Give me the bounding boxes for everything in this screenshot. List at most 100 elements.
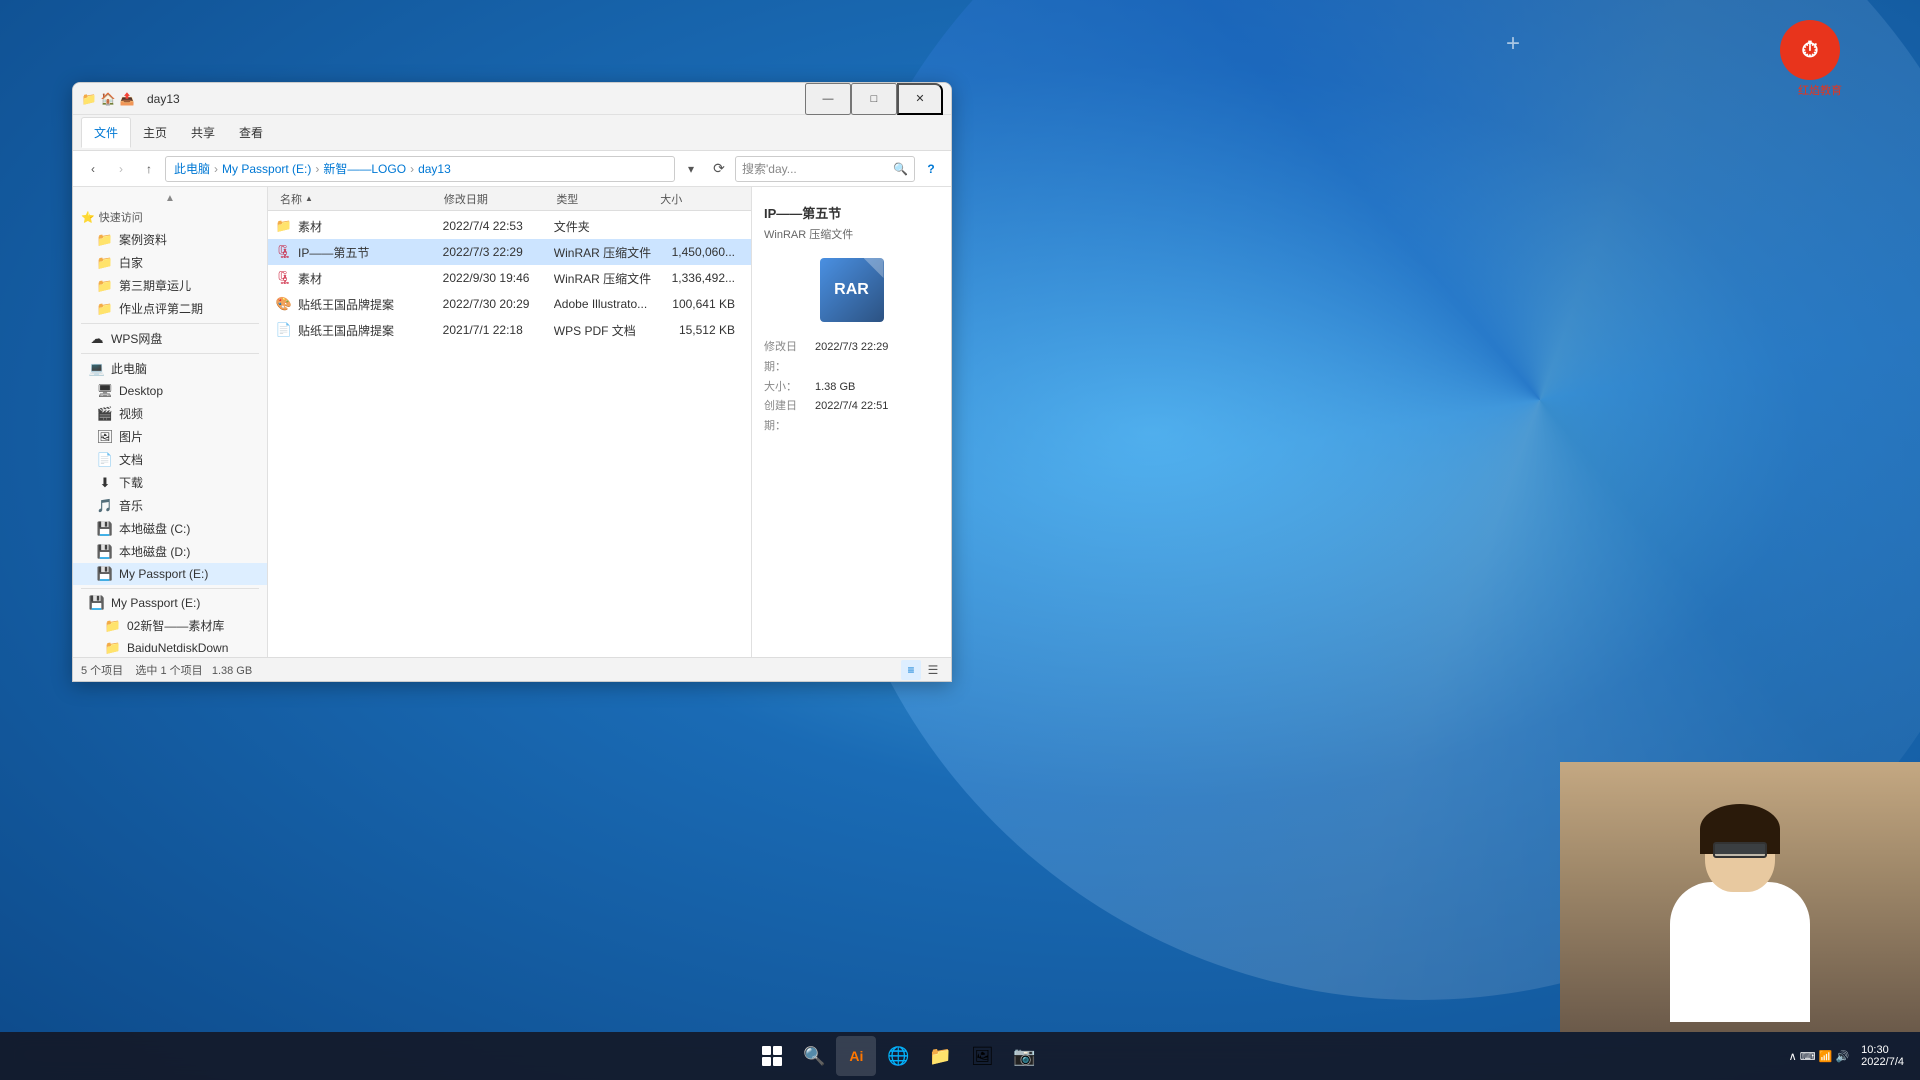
sidebar-item-02[interactable]: 📁 02新智——素材库 [73,614,267,637]
search-button[interactable]: 🔍 [794,1036,834,1076]
sidebar-item-homework[interactable]: 📁 作业点评第二期 [73,297,267,320]
minimize-button[interactable]: — [805,83,851,115]
file-explorer-button[interactable]: 📁 [920,1036,960,1076]
file-folder-icon: 📁 [276,218,292,234]
title-bar-icons: 📁 🏠 📤 [81,91,135,107]
edge-button[interactable]: 🌐 [878,1036,918,1076]
drive-e2-icon: 💾 [89,595,105,611]
drive-c-icon: 💾 [97,521,113,537]
windows-logo [762,1046,782,1066]
breadcrumb-this-pc[interactable]: 此电脑 [174,160,210,177]
clock: 10:302022/7/4 [1861,1044,1904,1068]
col-size-header[interactable]: 大小 [656,191,743,207]
drive-d-icon: 💾 [97,544,113,560]
sidebar-item-downloads[interactable]: ⬇ 下载 [73,471,267,494]
sidebar-item-drive-d[interactable]: 💾 本地磁盘 (D:) [73,540,267,563]
main-area: ▲ ⭐ 快速访问 📁 案例资料 📁 白家 📁 第三期章运儿 📁 作业点评第二期 [73,187,951,657]
col-date-header[interactable]: 修改日期 [440,191,552,207]
folder-icon: 📁 [97,278,113,294]
taskbar-right: ∧ ⌨ 📶 🔊 10:302022/7/4 [1789,1044,1912,1068]
breadcrumb-logo[interactable]: 新智——LOGO [323,160,406,177]
file-pdf-icon: 📄 [276,322,292,338]
brand-text: 红焰教育 [1780,82,1860,98]
preview-icon-area: RAR [764,258,939,322]
address-bar: ‹ › ↑ 此电脑 › My Passport (E:) › 新智——LOGO … [73,151,951,187]
title-home-icon: 🏠 [100,91,116,107]
title-share-icon: 📤 [119,91,135,107]
tab-file[interactable]: 文件 [81,117,131,148]
tab-share[interactable]: 共享 [179,118,227,147]
tab-view[interactable]: 查看 [227,118,275,147]
drive-e-icon: 💾 [97,566,113,582]
sidebar-item-pictures[interactable]: 🖼 图片 [73,425,267,448]
person-body [1670,882,1810,1022]
tab-home[interactable]: 主页 [131,118,179,147]
sort-arrow: ▲ [305,194,313,203]
file-row-ip5[interactable]: 🗜 IP——第五节 2022/7/3 22:29 WinRAR 压缩文件 1,4… [268,239,751,265]
sidebar-item-docs[interactable]: 📄 文档 [73,448,267,471]
up-button[interactable]: ↑ [137,157,161,181]
sidebar-item-music[interactable]: 🎵 音乐 [73,494,267,517]
breadcrumb-day13[interactable]: day13 [418,162,451,176]
breadcrumb-passport[interactable]: My Passport (E:) [222,162,311,176]
breadcrumb-sep-2: › [315,162,319,176]
brand-logo: ⏱ 红焰教育 [1780,20,1860,100]
download-icon: ⬇ [97,475,113,491]
file-row-sticker-ai[interactable]: 🎨 贴纸王国品牌提案 2022/7/30 20:29 Adobe Illustr… [268,291,751,317]
modified-label: 修改日期： [764,338,809,378]
start-button[interactable] [752,1036,792,1076]
sidebar-item-passport-e[interactable]: 💾 My Passport (E:) [73,563,267,585]
file-list: 📁 素材 2022/7/4 22:53 文件夹 🗜 IP——第五节 2022/7… [268,211,751,657]
video-icon: 🎬 [97,406,113,422]
doc-icon: 📄 [97,452,113,468]
sidebar-divider-2 [81,353,259,354]
sidebar-item-wps[interactable]: ☁ WPS网盘 [73,327,267,350]
sidebar-item-baidu[interactable]: 📁 BaiduNetdiskDown [73,637,267,657]
brand-icon: ⏱ [1801,37,1818,63]
sidebar-item-third[interactable]: 📁 第三期章运儿 [73,274,267,297]
col-name-header[interactable]: 名称 ▲ [276,191,440,207]
rar-text: RAR [834,281,869,299]
back-button[interactable]: ‹ [81,157,105,181]
sidebar-item-video[interactable]: 🎬 视频 [73,402,267,425]
file-row-sticker-pdf[interactable]: 📄 贴纸王国品牌提案 2021/7/1 22:18 WPS PDF 文档 15,… [268,317,751,343]
system-tray: ∧ ⌨ 📶 🔊 [1789,1050,1850,1063]
breadcrumb[interactable]: 此电脑 › My Passport (E:) › 新智——LOGO › day1… [165,156,675,182]
photos-button[interactable]: 🖼 [962,1036,1002,1076]
dropdown-button[interactable]: ▾ [679,157,703,181]
col-type-header[interactable]: 类型 [552,191,656,207]
sidebar-scroll-up[interactable]: ▲ [73,191,267,206]
detail-view-button[interactable]: ☰ [923,660,943,680]
refresh-button[interactable]: ⟳ [707,157,731,181]
search-placeholder: 搜索'day... [742,160,797,177]
preview-title: IP——第五节 [764,203,939,222]
size-label: 大小： [764,378,809,398]
sidebar-item-passport-expand[interactable]: 💾 My Passport (E:) [73,592,267,614]
title-bar: 📁 🏠 📤 day13 — □ ✕ [73,83,951,115]
list-view-button[interactable]: ≡ [901,660,921,680]
forward-button[interactable]: › [109,157,133,181]
folder-icon: 📁 [97,232,113,248]
file-row-sucai-rar[interactable]: 🗜 素材 2022/9/30 19:46 WinRAR 压缩文件 1,336,4… [268,265,751,291]
sidebar-item-baijia[interactable]: 📁 白家 [73,251,267,274]
close-button[interactable]: ✕ [897,83,943,115]
person-glasses [1713,842,1767,858]
cloud-icon: ☁ [89,331,105,347]
search-bar[interactable]: 搜索'day... 🔍 [735,156,915,182]
created-value: 2022/7/4 22:51 [815,397,888,437]
illustrator-button[interactable]: Ai [836,1036,876,1076]
file-row-sucai[interactable]: 📁 素材 2022/7/4 22:53 文件夹 [268,213,751,239]
person-silhouette [1640,812,1840,1032]
computer-icon: 💻 [89,361,105,377]
taskbar-center: 🔍 Ai 🌐 📁 🖼 📷 [8,1036,1789,1076]
sidebar-item-drive-c[interactable]: 💾 本地磁盘 (C:) [73,517,267,540]
camera-button[interactable]: 📷 [1004,1036,1044,1076]
maximize-button[interactable]: □ [851,83,897,115]
preview-rar-icon: RAR [820,258,884,322]
sidebar-item-desktop[interactable]: 🖥 Desktop [73,380,267,402]
sidebar-item-this-pc[interactable]: 💻 此电脑 [73,357,267,380]
preview-meta-created: 创建日期： 2022/7/4 22:51 [764,397,939,437]
file-ai-icon: 🎨 [276,296,292,312]
sidebar-item-case[interactable]: 📁 案例资料 [73,228,267,251]
help-button[interactable]: ? [919,157,943,181]
